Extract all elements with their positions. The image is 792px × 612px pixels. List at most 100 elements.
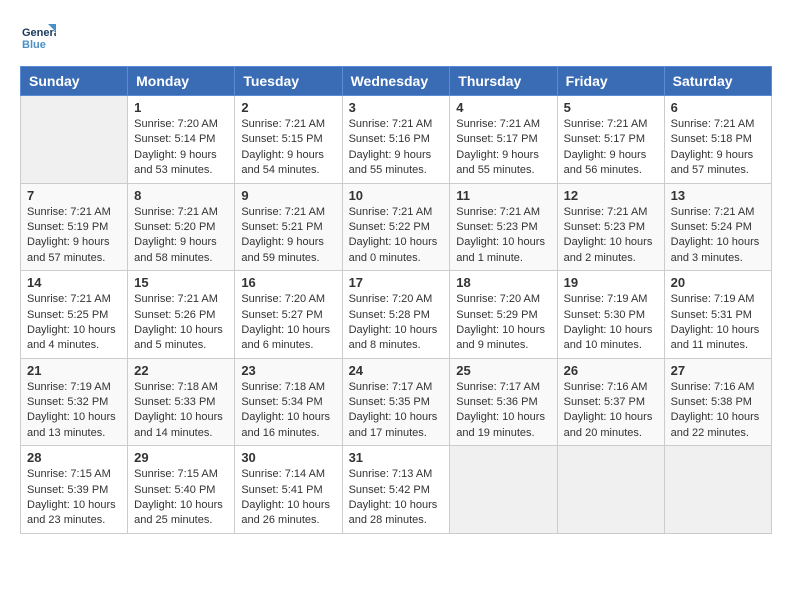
day-number: 5 [564,100,658,115]
day-number: 24 [349,363,444,378]
calendar-cell: 4 Sunrise: 7:21 AM Sunset: 5:17 PM Daylig… [450,96,557,184]
day-number: 31 [349,450,444,465]
calendar-cell: 7 Sunrise: 7:21 AM Sunset: 5:19 PM Daylig… [21,183,128,271]
calendar-cell: 6Sunrise: 7:21 AM Sunset: 5:18 PM Daylig… [664,96,771,184]
calendar-cell: 27 Sunrise: 7:16 AM Sunset: 5:38 PM Dayli… [664,358,771,446]
day-info: Sunrise: 7:21 AM Sunset: 5:25 PM Dayligh… [27,292,121,354]
calendar-table: SundayMondayTuesdayWednesdayThursdayFrid… [20,66,772,534]
calendar-cell: 17Sunrise: 7:20 AM Sunset: 5:28 PM Dayli… [342,271,450,359]
day-number: 25 [456,363,550,378]
day-info: Sunrise: 7:21 AM Sunset: 5:21 PM Dayligh… [241,205,335,267]
calendar-cell: 26 Sunrise: 7:16 AM Sunset: 5:37 PM Dayli… [557,358,664,446]
day-number: 4 [456,100,550,115]
day-number: 17 [349,275,444,290]
day-info: Sunrise: 7:21 AM Sunset: 5:24 PM Dayligh… [671,205,765,267]
day-number: 19 [564,275,658,290]
calendar-cell: 16 Sunrise: 7:20 AM Sunset: 5:27 PM Dayli… [235,271,342,359]
calendar-cell: 19 Sunrise: 7:19 AM Sunset: 5:30 PM Dayli… [557,271,664,359]
calendar-cell: 1Sunrise: 7:20 AM Sunset: 5:14 PM Daylig… [128,96,235,184]
calendar-cell: 11 Sunrise: 7:21 AM Sunset: 5:23 PM Dayli… [450,183,557,271]
header-cell-saturday: Saturday [664,67,771,96]
calendar-cell: 10 Sunrise: 7:21 AM Sunset: 5:22 PM Dayli… [342,183,450,271]
day-number: 6 [671,100,765,115]
day-info: Sunrise: 7:14 AM Sunset: 5:41 PM Dayligh… [241,467,335,529]
day-info: Sunrise: 7:21 AM Sunset: 5:23 PM Dayligh… [564,205,658,267]
calendar-cell: 15 Sunrise: 7:21 AM Sunset: 5:26 PM Dayli… [128,271,235,359]
calendar-cell: 20 Sunrise: 7:19 AM Sunset: 5:31 PM Dayli… [664,271,771,359]
calendar-cell: 5 Sunrise: 7:21 AM Sunset: 5:17 PM Daylig… [557,96,664,184]
day-number: 10 [349,188,444,203]
calendar-cell: 14 Sunrise: 7:21 AM Sunset: 5:25 PM Dayli… [21,271,128,359]
day-info: Sunrise: 7:21 AM Sunset: 5:16 PM Dayligh… [349,117,444,179]
week-row-5: 28 Sunrise: 7:15 AM Sunset: 5:39 PM Dayli… [21,446,772,534]
day-info: Sunrise: 7:13 AM Sunset: 5:42 PM Dayligh… [349,467,444,529]
calendar-cell: 23Sunrise: 7:18 AM Sunset: 5:34 PM Dayli… [235,358,342,446]
calendar-cell: 2 Sunrise: 7:21 AM Sunset: 5:15 PM Daylig… [235,96,342,184]
day-number: 11 [456,188,550,203]
day-number: 18 [456,275,550,290]
header-cell-wednesday: Wednesday [342,67,450,96]
calendar-cell [557,446,664,534]
day-number: 14 [27,275,121,290]
day-info: Sunrise: 7:19 AM Sunset: 5:31 PM Dayligh… [671,292,765,354]
day-number: 16 [241,275,335,290]
calendar-cell: 9Sunrise: 7:21 AM Sunset: 5:21 PM Daylig… [235,183,342,271]
day-info: Sunrise: 7:18 AM Sunset: 5:33 PM Dayligh… [134,380,228,442]
header-cell-friday: Friday [557,67,664,96]
calendar-cell: 8Sunrise: 7:21 AM Sunset: 5:20 PM Daylig… [128,183,235,271]
header-row: SundayMondayTuesdayWednesdayThursdayFrid… [21,67,772,96]
day-info: Sunrise: 7:17 AM Sunset: 5:35 PM Dayligh… [349,380,444,442]
day-info: Sunrise: 7:21 AM Sunset: 5:22 PM Dayligh… [349,205,444,267]
header-cell-tuesday: Tuesday [235,67,342,96]
day-number: 28 [27,450,121,465]
calendar-cell: 12 Sunrise: 7:21 AM Sunset: 5:23 PM Dayli… [557,183,664,271]
day-info: Sunrise: 7:16 AM Sunset: 5:38 PM Dayligh… [671,380,765,442]
calendar-cell: 24 Sunrise: 7:17 AM Sunset: 5:35 PM Dayli… [342,358,450,446]
day-info: Sunrise: 7:21 AM Sunset: 5:17 PM Dayligh… [456,117,550,179]
day-info: Sunrise: 7:19 AM Sunset: 5:30 PM Dayligh… [564,292,658,354]
day-number: 29 [134,450,228,465]
calendar-cell: 21 Sunrise: 7:19 AM Sunset: 5:32 PM Dayli… [21,358,128,446]
week-row-3: 14 Sunrise: 7:21 AM Sunset: 5:25 PM Dayli… [21,271,772,359]
day-info: Sunrise: 7:16 AM Sunset: 5:37 PM Dayligh… [564,380,658,442]
day-info: Sunrise: 7:21 AM Sunset: 5:19 PM Dayligh… [27,205,121,267]
day-info: Sunrise: 7:21 AM Sunset: 5:17 PM Dayligh… [564,117,658,179]
header-cell-thursday: Thursday [450,67,557,96]
calendar-cell: 28 Sunrise: 7:15 AM Sunset: 5:39 PM Dayli… [21,446,128,534]
logo: General Blue [20,20,56,56]
day-info: Sunrise: 7:20 AM Sunset: 5:27 PM Dayligh… [241,292,335,354]
header-cell-sunday: Sunday [21,67,128,96]
calendar-cell: 30 Sunrise: 7:14 AM Sunset: 5:41 PM Dayli… [235,446,342,534]
day-info: Sunrise: 7:21 AM Sunset: 5:26 PM Dayligh… [134,292,228,354]
day-number: 12 [564,188,658,203]
calendar-cell: 31 Sunrise: 7:13 AM Sunset: 5:42 PM Dayli… [342,446,450,534]
svg-text:Blue: Blue [22,39,46,51]
day-info: Sunrise: 7:19 AM Sunset: 5:32 PM Dayligh… [27,380,121,442]
calendar-cell [450,446,557,534]
day-info: Sunrise: 7:17 AM Sunset: 5:36 PM Dayligh… [456,380,550,442]
day-number: 20 [671,275,765,290]
day-number: 30 [241,450,335,465]
header-cell-monday: Monday [128,67,235,96]
day-info: Sunrise: 7:15 AM Sunset: 5:39 PM Dayligh… [27,467,121,529]
week-row-1: 1Sunrise: 7:20 AM Sunset: 5:14 PM Daylig… [21,96,772,184]
day-number: 15 [134,275,228,290]
day-info: Sunrise: 7:21 AM Sunset: 5:23 PM Dayligh… [456,205,550,267]
day-number: 2 [241,100,335,115]
week-row-2: 7 Sunrise: 7:21 AM Sunset: 5:19 PM Daylig… [21,183,772,271]
day-number: 7 [27,188,121,203]
day-info: Sunrise: 7:21 AM Sunset: 5:20 PM Dayligh… [134,205,228,267]
day-number: 26 [564,363,658,378]
calendar-cell: 29Sunrise: 7:15 AM Sunset: 5:40 PM Dayli… [128,446,235,534]
day-number: 21 [27,363,121,378]
logo-brand: General Blue [20,20,56,56]
calendar-cell [664,446,771,534]
day-info: Sunrise: 7:20 AM Sunset: 5:14 PM Dayligh… [134,117,228,179]
day-number: 27 [671,363,765,378]
calendar-cell: 3 Sunrise: 7:21 AM Sunset: 5:16 PM Daylig… [342,96,450,184]
header: General Blue [20,20,772,56]
day-info: Sunrise: 7:21 AM Sunset: 5:15 PM Dayligh… [241,117,335,179]
week-row-4: 21 Sunrise: 7:19 AM Sunset: 5:32 PM Dayli… [21,358,772,446]
day-number: 3 [349,100,444,115]
logo-graphic: General Blue [20,20,56,56]
